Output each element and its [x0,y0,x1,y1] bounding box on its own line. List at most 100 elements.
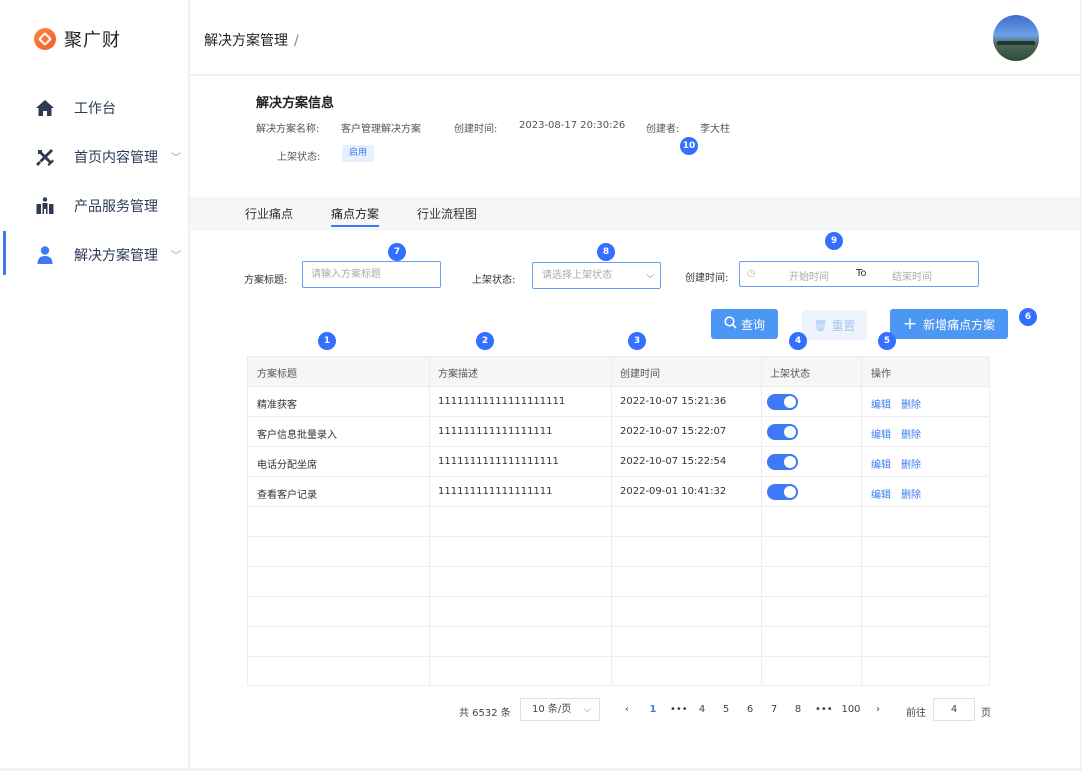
solution-name-value: 客户管理解决方案 [341,124,421,135]
page-6[interactable]: 6 [745,704,755,715]
status-badge: 启用 [342,145,374,162]
chevron-down-icon: ⌵ [646,270,654,281]
cell-title: 精准获客 [257,400,297,411]
cell-time: 2022-10-07 15:21:36 [620,396,727,407]
table-header: 方案标题 方案描述 创建时间 上架状态 操作 [248,357,989,387]
solutions-table: 方案标题 方案描述 创建时间 上架状态 操作 精准获客 111111111111… [247,356,990,686]
column-divider [861,357,862,685]
table-row: 查看客户记录 111111111111111111 2022-09-01 10:… [248,477,989,507]
date-range-picker[interactable]: ◷ 开始时间 To 结束时间 [739,261,979,287]
home-icon [35,98,55,118]
table-row-empty [248,537,989,567]
sidebar-item-solution[interactable]: 解决方案管理 ﹀ [0,230,189,279]
table-row: 客户信息批量录入 111111111111111111 2022-10-07 1… [248,417,989,447]
logo: 聚广财 [34,26,121,52]
search-icon [724,316,737,332]
created-time-label: 创建时间: [454,124,498,135]
breadcrumb: 解决方案管理 / [204,30,299,50]
delete-link[interactable]: 删除 [901,396,921,411]
add-pain-solution-button[interactable]: + 新增痛点方案 [890,309,1008,339]
page-size-select[interactable]: 10 条/页 ⌵ [520,698,600,721]
tab-industry-pain[interactable]: 行业痛点 [245,205,293,222]
prev-page-icon[interactable]: ‹ [625,704,629,715]
logo-icon [34,28,56,50]
query-button-label: 查询 [740,317,765,332]
delete-link[interactable]: 删除 [901,456,921,471]
clock-icon: ◷ [747,268,756,279]
table-row: 精准获客 11111111111111111111 2022-10-07 15:… [248,387,989,417]
solution-name-label: 解决方案名称: [256,124,320,135]
top-header: 解决方案管理 / [190,0,1080,75]
title-filter-label: 方案标题: [244,275,288,286]
total-count: 共 6532 条 [459,708,511,719]
page-100[interactable]: 100 [840,704,862,715]
edit-link[interactable]: 编辑 [871,486,891,501]
page-5[interactable]: 5 [721,704,731,715]
page-ellipsis[interactable]: ••• [815,704,833,715]
plus-icon: + [902,313,918,334]
status-label: 上架状态: [277,152,321,163]
cell-time: 2022-09-01 10:41:32 [620,486,727,497]
column-divider [761,357,762,685]
sidebar-item-homepage-content[interactable]: 首页内容管理 ﹀ [0,132,189,181]
sidebar-item-label: 产品服务管理 [74,198,158,215]
creator-value: 李大柱 [700,124,730,135]
tab-industry-flowchart[interactable]: 行业流程图 [417,205,477,222]
marker-7: 7 [388,243,406,261]
status-filter-select[interactable]: 请选择上架状态 ⌵ [532,262,661,289]
app-name: 聚广财 [64,30,121,51]
edit-link[interactable]: 编辑 [871,456,891,471]
cell-time: 2022-10-07 15:22:07 [620,426,727,437]
marker-8: 8 [597,243,615,261]
sidebar-item-workbench[interactable]: 工作台 [0,83,189,132]
marker-5: 5 [878,332,896,350]
end-date-input[interactable]: 结束时间 [892,268,932,283]
edit-link[interactable]: 编辑 [871,426,891,441]
title-filter-input[interactable]: 请输入方案标题 [302,261,441,288]
edit-link[interactable]: 编辑 [871,396,891,411]
reset-button[interactable]: 🗑 重置 [802,310,867,340]
query-button[interactable]: 查询 [711,309,778,339]
start-date-input[interactable]: 开始时间 [789,268,829,283]
status-toggle[interactable] [767,394,798,410]
building-icon [35,196,55,216]
cell-title: 客户信息批量录入 [257,430,337,441]
status-toggle[interactable] [767,424,798,440]
column-divider [429,357,430,685]
avatar[interactable] [993,15,1039,61]
next-page-icon[interactable]: › [876,704,880,715]
page-1[interactable]: 1 [648,704,658,715]
status-filter-label: 上架状态: [472,275,516,286]
page-ellipsis[interactable]: ••• [670,704,688,715]
delete-link[interactable]: 删除 [901,426,921,441]
col-header-actions: 操作 [871,369,891,380]
page-7[interactable]: 7 [769,704,779,715]
tab-pain-solution[interactable]: 痛点方案 [331,205,380,227]
page-4[interactable]: 4 [697,704,707,715]
marker-9: 9 [825,232,843,250]
trash-icon: 🗑 [813,318,828,332]
status-toggle[interactable] [767,484,798,500]
table-row: 电话分配坐席 1111111111111111111 2022-10-07 15… [248,447,989,477]
cell-desc: 111111111111111111 [438,486,553,497]
user-icon [35,245,55,265]
table-row-empty [248,657,989,687]
sidebar-item-product-service[interactable]: 产品服务管理 [0,181,189,230]
page-size-value: 10 条/页 [532,704,572,715]
col-header-title: 方案标题 [257,369,297,380]
creator-label: 创建者: [646,124,680,135]
delete-link[interactable]: 删除 [901,486,921,501]
col-header-desc: 方案描述 [438,369,478,380]
status-toggle[interactable] [767,454,798,470]
marker-6: 6 [1019,308,1037,326]
table-row-empty [248,597,989,627]
table-row-empty [248,627,989,657]
breadcrumb-item[interactable]: 解决方案管理 [204,33,288,49]
chevron-down-icon: ﹀ [171,153,181,164]
sidebar-item-label: 工作台 [74,100,116,117]
page-8[interactable]: 8 [793,704,803,715]
marker-1: 1 [318,332,336,350]
page-suffix: 页 [981,708,991,719]
sidebar-item-label: 解决方案管理 [74,247,158,264]
goto-page-input[interactable]: 4 [933,698,975,721]
